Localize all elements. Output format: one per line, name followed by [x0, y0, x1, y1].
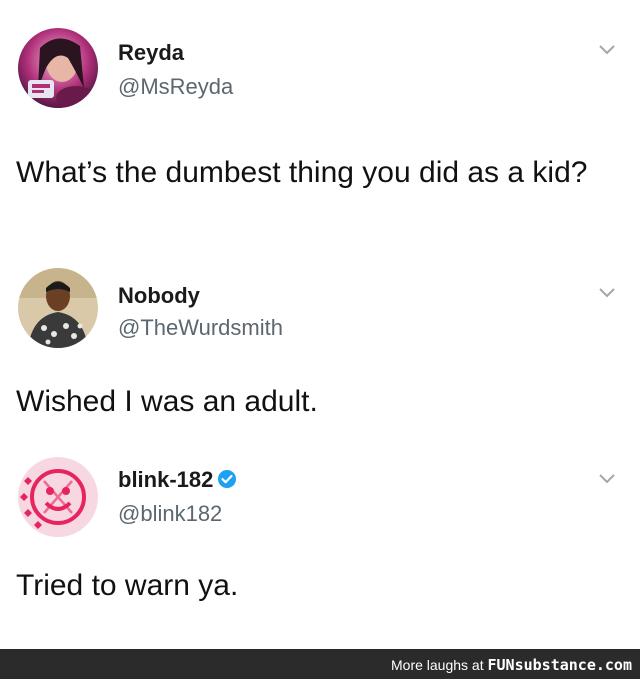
footer-bar: More laughs at FUNsubstance.com — [0, 649, 640, 679]
tweet-text: Tried to warn ya. — [16, 569, 239, 602]
user-handle[interactable]: @blink182 — [118, 501, 222, 527]
tweet-nobody[interactable]: Nobody @TheWurdsmith Wished I was an adu… — [0, 255, 640, 445]
chevron-down-icon[interactable] — [598, 44, 616, 56]
avatar[interactable] — [18, 28, 98, 108]
chevron-down-icon[interactable] — [598, 473, 616, 485]
tweet-text: What’s the dumbest thing you did as a ki… — [16, 156, 588, 189]
display-name[interactable]: Reyda — [118, 40, 184, 66]
footer-brand-link[interactable]: FUNsubstance.com — [488, 656, 633, 674]
profile-photo-icon — [18, 28, 98, 108]
display-name[interactable]: Nobody — [118, 283, 200, 309]
tweet-reyda[interactable]: Reyda @MsReyda What’s the dumbest thing … — [0, 0, 640, 255]
user-handle[interactable]: @MsReyda — [118, 74, 233, 100]
profile-photo-icon — [18, 268, 98, 348]
verified-badge-icon — [218, 470, 237, 488]
tweet-text: Wished I was an adult. — [16, 385, 318, 418]
avatar[interactable] — [18, 268, 98, 348]
user-handle[interactable]: @TheWurdsmith — [118, 315, 283, 341]
chevron-down-icon[interactable] — [598, 287, 616, 299]
display-name-text[interactable]: blink-182 — [118, 467, 213, 492]
footer-credit[interactable]: More laughs at FUNsubstance.com — [391, 656, 632, 674]
tweet-blink182[interactable]: blink-182 @blink182 Tried to warn ya. — [0, 445, 640, 649]
avatar[interactable] — [18, 457, 98, 537]
display-name[interactable]: blink-182 — [118, 467, 237, 493]
blink-182-smiley-logo-icon — [18, 457, 98, 537]
footer-prefix: More laughs at — [391, 657, 488, 673]
